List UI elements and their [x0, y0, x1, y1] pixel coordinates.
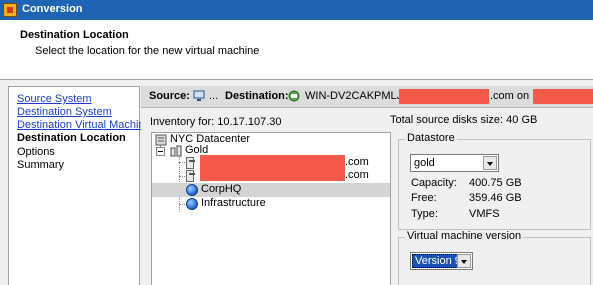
- source-destination-bar: Source: ... Destination: WIN-DV2CAKPMLJO…: [141, 86, 593, 108]
- title-bar: Conversion: [0, 0, 593, 20]
- free-value: 359.46 GB: [469, 192, 522, 204]
- wizard-header: Destination Location Select the location…: [0, 20, 593, 80]
- datastore-legend: Datastore: [405, 132, 457, 144]
- inventory-label: Inventory for: 10.17.107.30: [150, 116, 282, 128]
- resource-pool-icon: [186, 184, 198, 196]
- chevron-down-icon[interactable]: [483, 156, 497, 170]
- nav-destination-virtual-machine[interactable]: Destination Virtual Machine: [17, 119, 151, 131]
- host-icon: [186, 157, 195, 169]
- destination-label: Destination:: [225, 90, 289, 102]
- datastore-select[interactable]: gold: [410, 154, 499, 172]
- type-label: Type:: [411, 208, 438, 220]
- tree-row-resource-pool-infrastructure[interactable]: Infrastructure: [152, 197, 390, 211]
- page-subtitle: Select the location for the new virtual …: [35, 45, 260, 57]
- nav-destination-location: Destination Location: [17, 132, 126, 144]
- source-label: Source:: [149, 90, 190, 102]
- tree-row-resource-pool-corphq[interactable]: CorpHQ: [152, 183, 390, 197]
- capacity-label: Capacity:: [411, 177, 457, 189]
- wizard-steps-nav: Source System Destination System Destina…: [8, 86, 151, 285]
- host-icon: [186, 170, 195, 182]
- tree-row-host-2[interactable]: .com: [152, 167, 390, 183]
- vm-version-legend: Virtual machine version: [405, 230, 524, 242]
- window-title: Conversion: [22, 3, 83, 15]
- chevron-down-icon[interactable]: [457, 254, 471, 268]
- main-panel: Source: ... Destination: WIN-DV2CAKPMLJO…: [141, 86, 593, 285]
- redacted-host-name: [200, 167, 345, 181]
- free-label: Free:: [411, 192, 437, 204]
- nav-options: Options: [17, 146, 55, 158]
- nav-source-system[interactable]: Source System: [17, 93, 92, 105]
- nav-summary: Summary: [17, 159, 65, 171]
- computer-icon: [193, 90, 205, 101]
- vcenter-icon: [288, 90, 300, 102]
- source-value: ...: [209, 90, 219, 102]
- collapse-icon[interactable]: [156, 147, 165, 156]
- destination-suffix: .com on: [490, 90, 530, 102]
- vm-version-group: Virtual machine version Version 9: [398, 230, 591, 285]
- destination-host-prefix: WIN-DV2CAKPMLJO.: [305, 90, 414, 102]
- page-title: Destination Location: [20, 29, 129, 41]
- nav-destination-system[interactable]: Destination System: [17, 106, 112, 118]
- resource-pool-icon: [186, 198, 198, 210]
- redacted-hostname: [399, 89, 489, 104]
- converter-app-icon: [3, 3, 17, 17]
- redacted-server: [533, 89, 593, 104]
- total-source-disks-size: Total source disks size: 40 GB: [390, 114, 538, 126]
- datastore-group: Datastore gold Capacity: 400.75 GB Free:…: [398, 132, 591, 230]
- vm-version-select[interactable]: Version 9: [410, 252, 473, 270]
- type-value: VMFS: [469, 208, 500, 220]
- inventory-tree[interactable]: NYC Datacenter Gold .com .com CorpHQ Inf…: [151, 132, 391, 285]
- capacity-value: 400.75 GB: [469, 177, 522, 189]
